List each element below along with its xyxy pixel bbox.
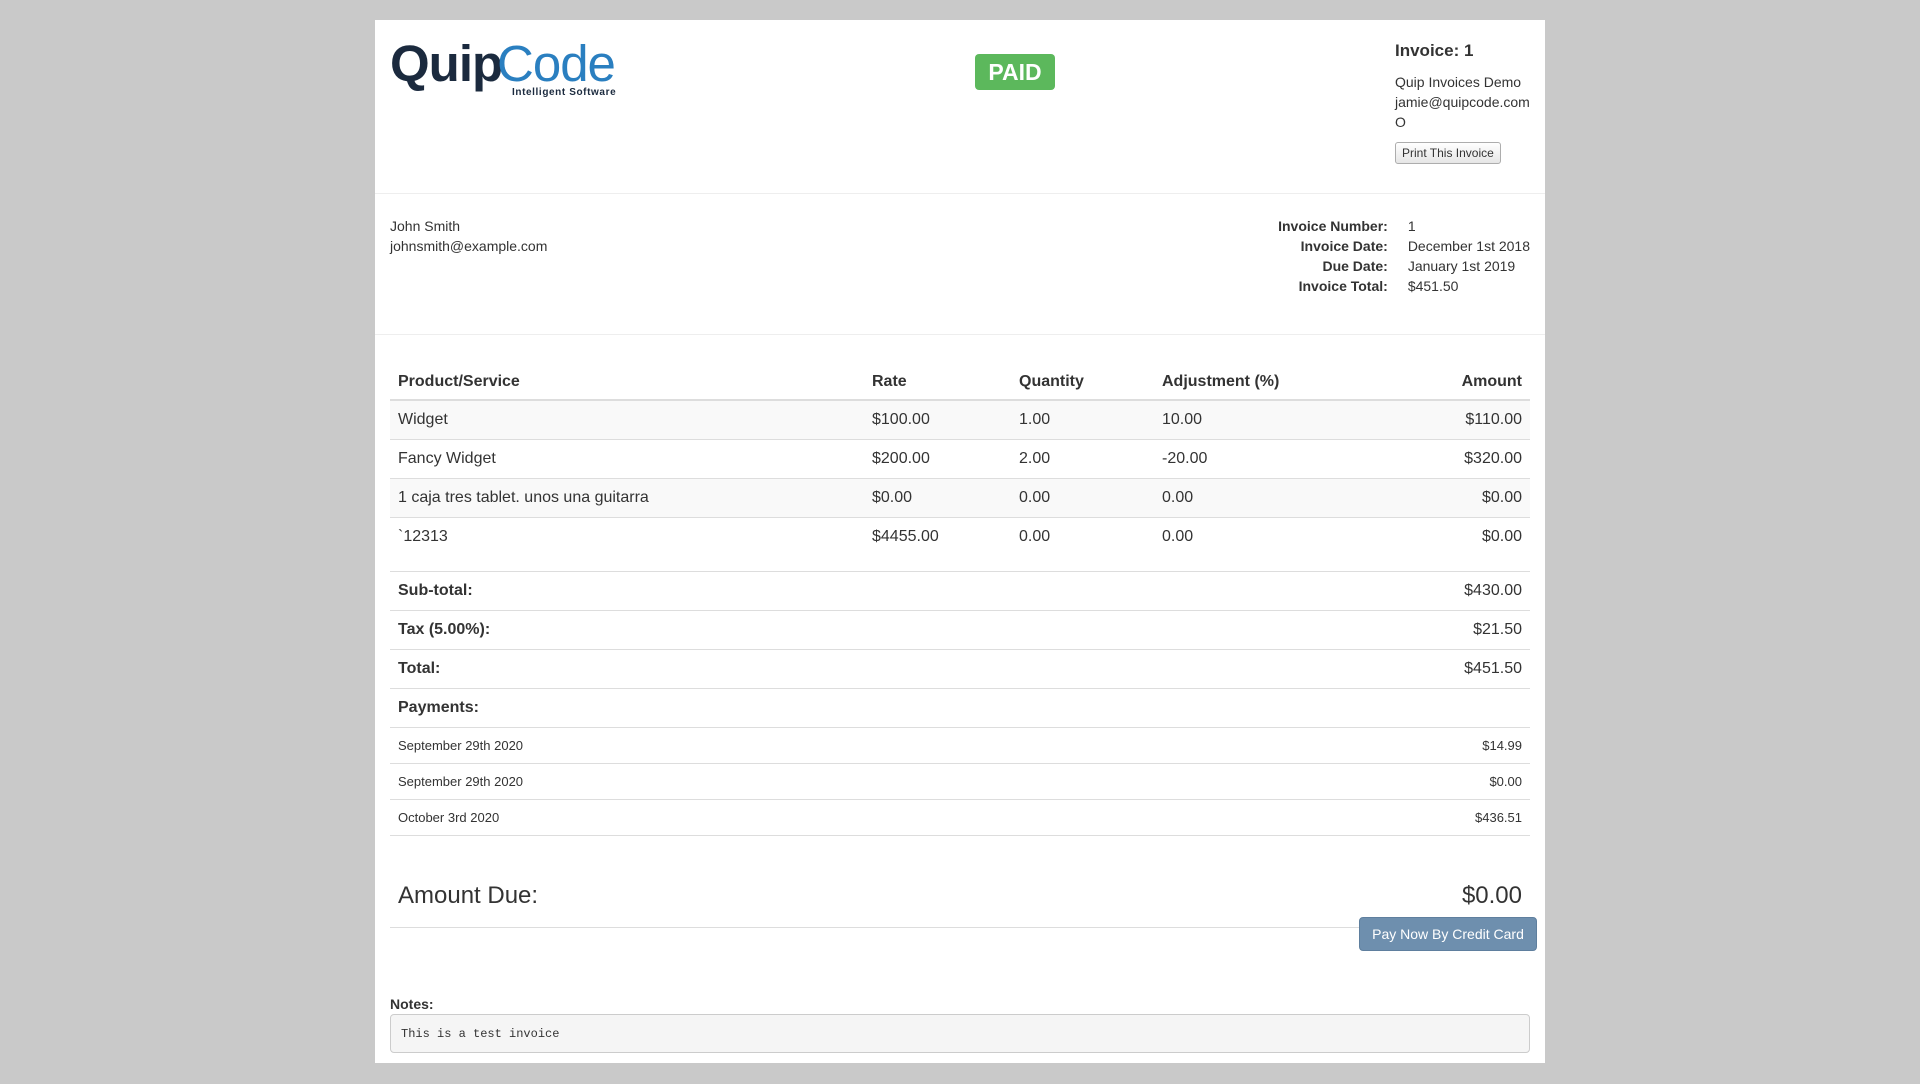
totals-table: Sub-total: $430.00 Tax (5.00%): $21.50 T…: [390, 571, 1530, 836]
cell-amount: $0.00: [1344, 477, 1530, 517]
column-header-quantity: Quantity: [1011, 360, 1154, 401]
notes-label: Notes:: [390, 996, 434, 1012]
total-value: $451.50: [1138, 649, 1530, 689]
subtotal-label: Sub-total:: [390, 571, 1139, 611]
cell-amount: $0.00: [1344, 516, 1530, 556]
logo-code-text: Code: [497, 35, 616, 92]
payment-date: September 29th 2020: [390, 763, 1139, 800]
meta-label: Invoice Date:: [1300, 238, 1388, 254]
column-header-amount: Amount: [1344, 360, 1530, 401]
table-row: 1 caja tres tablet. unos una guitarra $0…: [390, 477, 1530, 517]
total-row: Total: $451.50: [390, 649, 1530, 689]
client-name: John Smith: [390, 218, 461, 234]
invoice-page: Quip Code Intelligent Software PAID Invo…: [375, 20, 1545, 1063]
payment-date: October 3rd 2020: [390, 799, 1139, 836]
meta-row: Invoice Number: 1: [1278, 216, 1530, 236]
meta-value: December 1st 2018: [1407, 238, 1530, 254]
table-row: Widget $100.00 1.00 10.00 $110.00: [390, 400, 1530, 439]
paid-status-badge: PAID: [975, 54, 1055, 90]
notes-box: This is a test invoice: [390, 1014, 1530, 1053]
payment-date: September 29th 2020: [390, 727, 1139, 764]
meta-value: $451.50: [1407, 278, 1459, 294]
logo-tagline: Intelligent Software: [512, 87, 617, 98]
tax-label: Tax (5.00%):: [390, 610, 1139, 650]
payment-amount: $14.99: [1138, 727, 1530, 764]
meta-value: 1: [1407, 218, 1416, 234]
payments-header-row: Payments:: [390, 688, 1530, 728]
cell-rate: $0.00: [864, 477, 1011, 517]
payment-row: October 3rd 2020 $436.51: [390, 799, 1530, 836]
cell-quantity: 1.00: [1011, 400, 1154, 439]
table-row: `12313 $4455.00 0.00 0.00 $0.00: [390, 516, 1530, 556]
subtotal-row: Sub-total: $430.00: [390, 571, 1530, 611]
payment-row: September 29th 2020 $0.00: [390, 763, 1530, 800]
payment-amount: $0.00: [1138, 763, 1530, 800]
cell-amount: $110.00: [1344, 400, 1530, 439]
pay-by-credit-card-button[interactable]: Pay Now By Credit Card: [1359, 917, 1537, 951]
amount-due-section: Amount Due: $0.00: [390, 856, 1530, 928]
meta-label: Invoice Number:: [1278, 218, 1388, 234]
payment-amount: $436.51: [1138, 799, 1530, 836]
column-header-adjustment: Adjustment (%): [1154, 360, 1344, 401]
cell-product: 1 caja tres tablet. unos una guitarra: [390, 477, 864, 517]
cell-rate: $100.00: [864, 400, 1011, 439]
payment-row: September 29th 2020 $14.99: [390, 727, 1530, 764]
divider: [375, 193, 1545, 194]
logo-quip-text: Quip: [390, 35, 503, 92]
table-row: Fancy Widget $200.00 2.00 -20.00 $320.00: [390, 438, 1530, 478]
meta-row: Invoice Total: $451.50: [1278, 276, 1530, 296]
table-header-row: Product/Service Rate Quantity Adjustment…: [390, 360, 1530, 401]
cell-rate: $4455.00: [864, 516, 1011, 556]
column-header-rate: Rate: [864, 360, 1011, 401]
cell-rate: $200.00: [864, 438, 1011, 478]
subtotal-value: $430.00: [1138, 571, 1530, 611]
invoice-title: Invoice: 1: [1395, 41, 1474, 60]
seller-extra: O: [1395, 114, 1406, 130]
print-invoice-button[interactable]: Print This Invoice: [1395, 142, 1501, 164]
payments-header-spacer: [1138, 688, 1530, 728]
cell-adjustment: 10.00: [1154, 400, 1344, 439]
cell-quantity: 2.00: [1011, 438, 1154, 478]
invoice-meta: Invoice Number: 1 Invoice Date: December 1…: [1278, 216, 1530, 296]
line-items-table: Product/Service Rate Quantity Adjustment…: [390, 360, 1530, 556]
payments-label: Payments:: [390, 688, 1139, 728]
meta-row: Due Date: January 1st 2019: [1278, 256, 1530, 276]
meta-row: Invoice Date: December 1st 2018: [1278, 236, 1530, 256]
seller-email: jamie@quipcode.com: [1395, 94, 1530, 110]
column-header-product: Product/Service: [390, 360, 864, 401]
tax-value: $21.50: [1138, 610, 1530, 650]
client-email: johnsmith@example.com: [390, 238, 548, 254]
cell-adjustment: -20.00: [1154, 438, 1344, 478]
cell-product: `12313: [390, 516, 864, 556]
cell-product: Widget: [390, 400, 864, 439]
cell-quantity: 0.00: [1011, 477, 1154, 517]
amount-due-label: Amount Due:: [398, 882, 539, 909]
meta-value: January 1st 2019: [1407, 258, 1516, 274]
seller-name: Quip Invoices Demo: [1395, 74, 1522, 90]
total-label: Total:: [390, 649, 1139, 689]
meta-label: Due Date:: [1322, 258, 1388, 274]
cell-product: Fancy Widget: [390, 438, 864, 478]
seller-info: Invoice: 1 Quip Invoices Demo jamie@quip…: [1395, 40, 1545, 164]
cell-quantity: 0.00: [1011, 516, 1154, 556]
cell-adjustment: 0.00: [1154, 516, 1344, 556]
tax-row: Tax (5.00%): $21.50: [390, 610, 1530, 650]
amount-due-value: $0.00: [1461, 882, 1522, 909]
cell-amount: $320.00: [1344, 438, 1530, 478]
divider: [375, 334, 1545, 335]
quipcode-logo: Quip Code Intelligent Software: [390, 34, 616, 104]
client-info: John Smith johnsmith@example.com: [390, 216, 547, 256]
meta-label: Invoice Total:: [1298, 278, 1388, 294]
cell-adjustment: 0.00: [1154, 477, 1344, 517]
